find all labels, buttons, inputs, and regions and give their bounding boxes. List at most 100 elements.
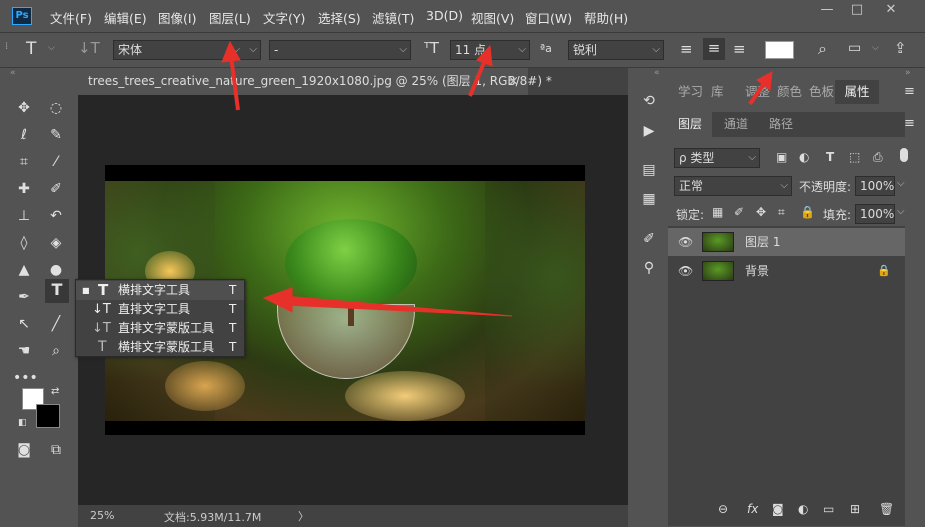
lock-position-icon[interactable]: ✥: [756, 205, 766, 219]
text-orientation-icon[interactable]: ↓T: [78, 39, 100, 57]
align-center-icon[interactable]: ≡: [703, 38, 725, 60]
pen-tool-icon[interactable]: ✒: [13, 286, 35, 308]
path-select-icon[interactable]: ↖: [13, 313, 35, 335]
maximize-button[interactable]: □: [843, 2, 871, 20]
tab-properties[interactable]: 属性: [835, 80, 879, 104]
filter-adjustment-icon[interactable]: ◐: [799, 150, 809, 164]
menu-image[interactable]: 图像(I): [158, 8, 196, 27]
font-size-select[interactable]: 11 点 ⌵: [450, 40, 530, 60]
swap-colors-icon[interactable]: ⇄: [51, 386, 59, 397]
visibility-eye-icon[interactable]: 👁: [678, 257, 693, 285]
minimize-button[interactable]: —: [813, 2, 841, 20]
add-mask-icon[interactable]: ◙: [772, 502, 784, 516]
align-right-icon[interactable]: ≡: [733, 40, 746, 58]
lock-pixels-icon[interactable]: ✐: [734, 205, 744, 219]
paint-bucket-icon[interactable]: ◈: [45, 232, 67, 254]
tab-adjustments[interactable]: 调整: [745, 80, 770, 104]
tab-swatches[interactable]: 色板: [809, 80, 834, 104]
eyedropper-tool-icon[interactable]: ⁄: [45, 151, 67, 173]
tool-preset-icon[interactable]: T: [26, 39, 36, 59]
flyout-item-horizontal-type[interactable]: ■ T 横排文字工具 T: [76, 281, 244, 300]
history-panel-icon[interactable]: ⟲: [638, 90, 660, 112]
layer-row[interactable]: 👁 背景 🔒: [668, 257, 905, 285]
stamp-tool-icon[interactable]: ⊥: [13, 205, 35, 227]
brushes-panel-icon[interactable]: ✐: [638, 228, 660, 250]
expand-icon[interactable]: »: [905, 68, 911, 78]
lock-transparent-icon[interactable]: ▦: [712, 205, 723, 219]
blend-mode-select[interactable]: 正常 ⌵: [674, 176, 792, 196]
filter-shape-icon[interactable]: ⬚: [849, 150, 860, 164]
tab-channels[interactable]: 通道: [724, 112, 748, 137]
chevron-down-icon[interactable]: ⌵: [897, 206, 905, 217]
default-colors-icon[interactable]: ◧: [18, 418, 27, 428]
chevron-down-icon[interactable]: ⌵: [872, 43, 879, 53]
lock-artboard-icon[interactable]: ⌗: [778, 205, 785, 220]
flyout-item-vertical-type[interactable]: ↓T 直排文字工具 T: [76, 300, 244, 319]
tool-presets-icon[interactable]: ⚲: [638, 257, 660, 279]
close-window-button[interactable]: ✕: [877, 2, 905, 20]
line-tool-icon[interactable]: ╱: [45, 313, 67, 335]
collapse-icon[interactable]: «: [654, 68, 660, 78]
menu-3d[interactable]: 3D(D): [426, 8, 463, 23]
menu-layer[interactable]: 图层(L): [209, 8, 251, 27]
menu-file[interactable]: 文件(F): [50, 8, 92, 27]
paragraph-panel-icon[interactable]: ▦: [638, 188, 660, 210]
link-layers-icon[interactable]: ⊖: [718, 502, 728, 516]
marquee-tool-icon[interactable]: ◌: [45, 97, 67, 119]
document-tab[interactable]: trees_trees_creative_nature_green_1920x1…: [78, 68, 552, 95]
menu-select[interactable]: 选择(S): [318, 8, 361, 27]
crop-tool-icon[interactable]: ⌗: [13, 151, 35, 173]
dodge-tool-icon[interactable]: ●: [45, 259, 67, 281]
blur-tool-icon[interactable]: ▲: [13, 259, 35, 281]
opacity-input[interactable]: 100%: [855, 176, 895, 196]
collapse-icon[interactable]: «: [10, 68, 16, 78]
workspace-icon[interactable]: ▭: [848, 40, 861, 56]
quick-mask-icon[interactable]: ◙: [13, 439, 35, 461]
tab-libraries[interactable]: 库: [711, 80, 724, 104]
menu-edit[interactable]: 编辑(E): [104, 8, 147, 27]
layer-row[interactable]: 👁 图层 1: [668, 228, 905, 256]
status-menu-icon[interactable]: 〉: [298, 508, 309, 524]
tab-learn[interactable]: 学习: [678, 80, 703, 104]
panel-menu-icon[interactable]: ≡: [904, 84, 915, 99]
font-style-select[interactable]: - ⌵: [269, 40, 411, 60]
new-layer-icon[interactable]: ⊞: [850, 502, 860, 516]
menu-type[interactable]: 文字(Y): [263, 8, 305, 27]
menu-window[interactable]: 窗口(W): [525, 8, 572, 27]
tab-layers[interactable]: 图层: [668, 112, 712, 137]
zoom-level[interactable]: 25%: [90, 509, 114, 522]
type-tool-icon[interactable]: T: [45, 279, 69, 303]
anti-alias-select[interactable]: 锐利 ⌵: [568, 40, 664, 60]
tab-paths[interactable]: 路径: [769, 112, 793, 137]
search-icon[interactable]: ⌕: [818, 39, 827, 59]
brush-tool-icon[interactable]: ✐: [45, 178, 67, 200]
hand-tool-icon[interactable]: ☚: [13, 340, 35, 362]
healing-brush-icon[interactable]: ✚: [13, 178, 35, 200]
layer-filter-select[interactable]: ρ 类型 ⌵: [674, 148, 760, 168]
chevron-down-icon[interactable]: ⌵: [249, 41, 257, 59]
background-color-swatch[interactable]: [36, 404, 60, 428]
actions-panel-icon[interactable]: ▶: [638, 120, 660, 142]
lasso-tool-icon[interactable]: ℓ: [13, 124, 35, 146]
menu-help[interactable]: 帮助(H): [584, 8, 628, 27]
fx-icon[interactable]: fx: [747, 502, 758, 516]
move-tool-icon[interactable]: ✥: [13, 97, 35, 119]
fill-input[interactable]: 100%: [855, 204, 895, 224]
share-icon[interactable]: ⇪: [894, 39, 907, 57]
more-tools-icon[interactable]: •••: [13, 367, 38, 389]
font-family-select[interactable]: 宋体 ⌵ ⌵: [113, 40, 261, 60]
close-tab-icon[interactable]: ×: [508, 74, 519, 89]
delete-layer-icon[interactable]: 🗑: [879, 502, 894, 516]
filter-type-icon[interactable]: T: [826, 150, 834, 164]
filter-toggle[interactable]: [900, 148, 908, 162]
visibility-eye-icon[interactable]: 👁: [678, 228, 693, 256]
menu-filter[interactable]: 滤镜(T): [372, 8, 414, 27]
new-group-icon[interactable]: ▭: [823, 502, 834, 516]
quick-select-tool-icon[interactable]: ✎: [45, 124, 67, 146]
align-left-icon[interactable]: ≡: [680, 40, 693, 58]
tab-color[interactable]: 颜色: [777, 80, 802, 104]
menu-view[interactable]: 视图(V): [471, 8, 514, 27]
panel-menu-icon[interactable]: ≡: [904, 116, 915, 131]
lock-all-icon[interactable]: 🔒: [800, 205, 815, 219]
character-panel-icon[interactable]: ▤: [638, 159, 660, 181]
